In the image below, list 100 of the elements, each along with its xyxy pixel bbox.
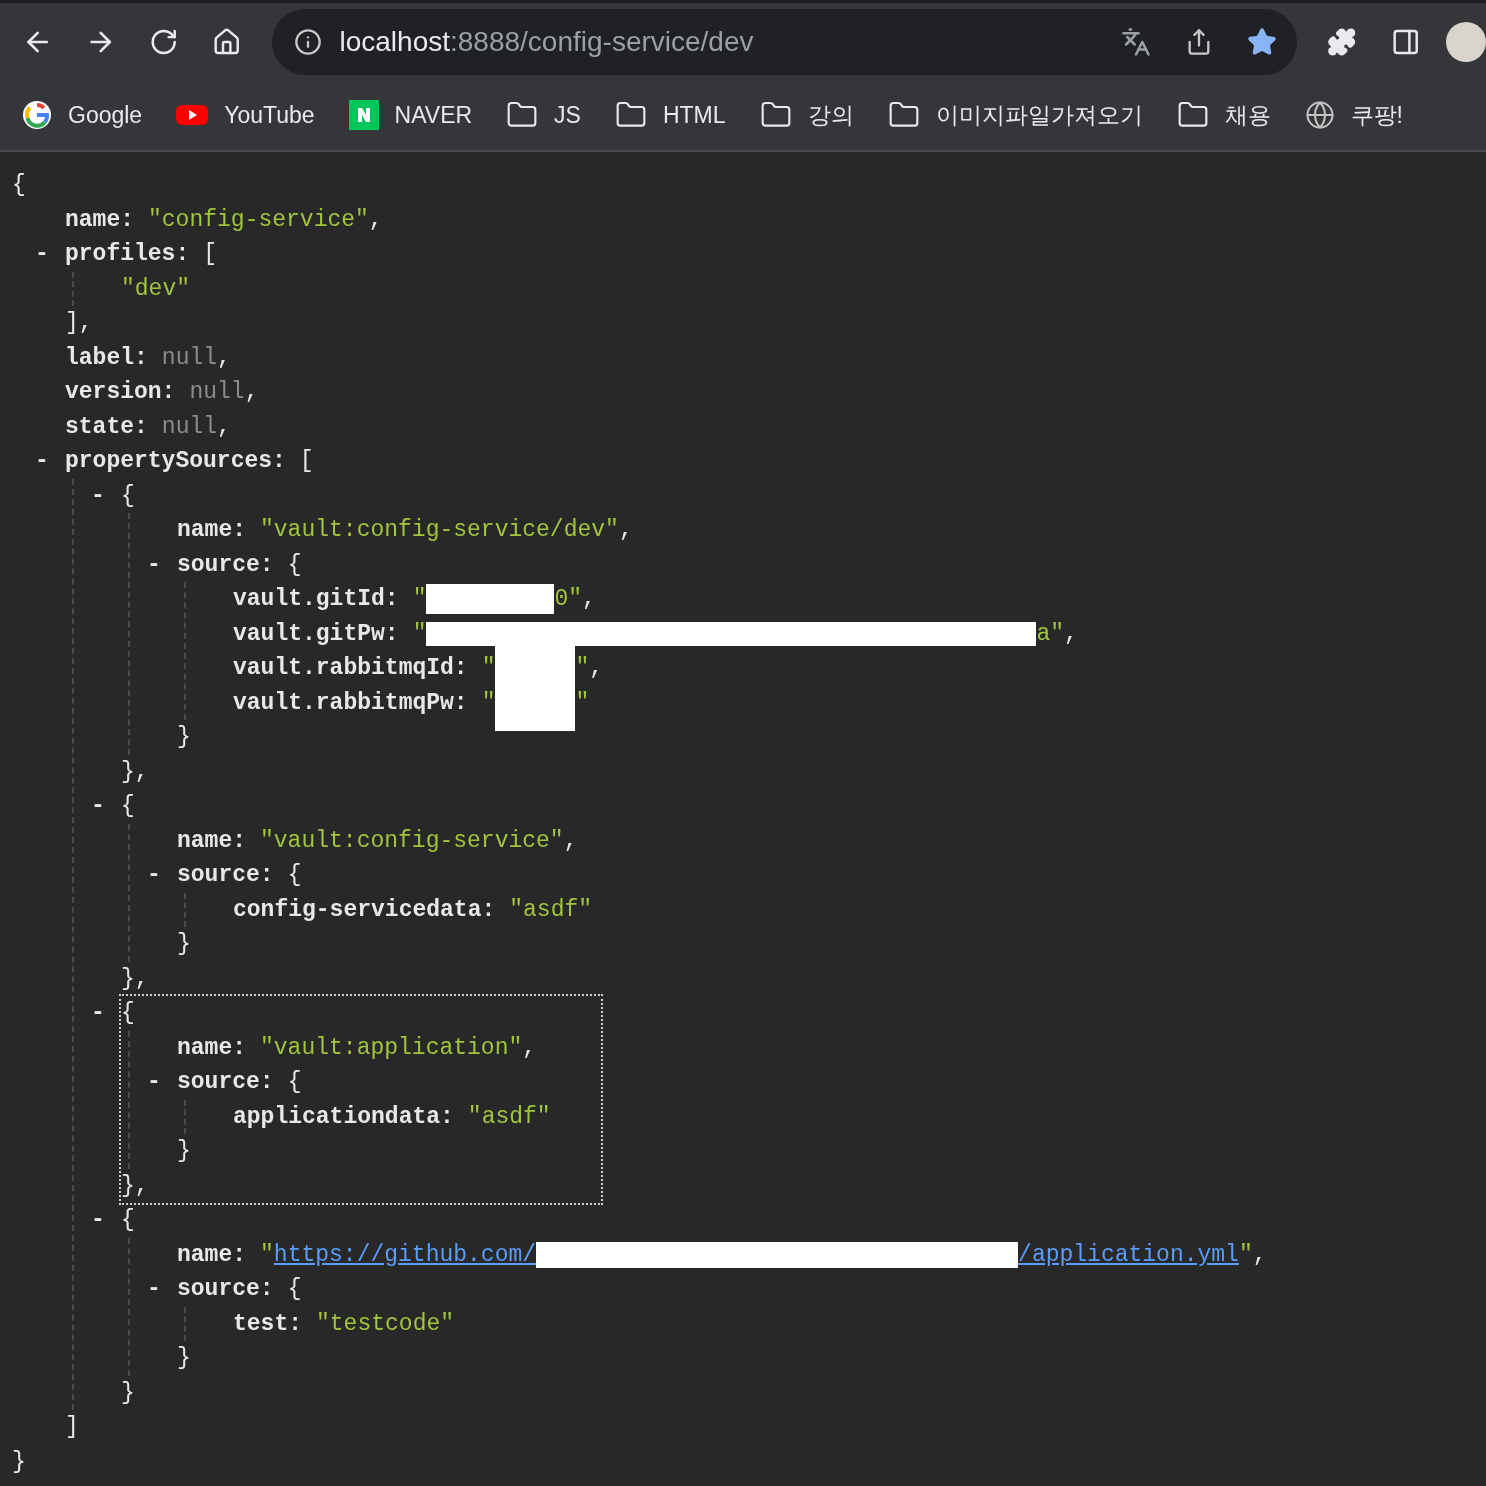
json-key: name:	[177, 1237, 246, 1272]
close-bracket: }	[12, 1447, 26, 1477]
json-key: profiles:	[65, 237, 190, 272]
bookmark[interactable]: HTML	[614, 97, 726, 133]
close-bracket: }	[177, 930, 191, 959]
json-key: source:	[177, 1272, 274, 1307]
close-bracket: }	[121, 1378, 135, 1408]
link[interactable]: https://github.com/	[273, 1237, 537, 1272]
avatar[interactable]	[1446, 21, 1486, 62]
json-key: source:	[177, 547, 274, 582]
bookmark[interactable]: 이미지파일가져오기	[887, 97, 1143, 133]
open-bracket: {	[121, 481, 135, 511]
json-key: name:	[177, 823, 246, 858]
collapse-toggle[interactable]: -	[147, 1272, 161, 1307]
open-bracket: {	[287, 1275, 302, 1304]
comma: ,	[217, 412, 231, 442]
json-value: "	[575, 688, 590, 718]
json-key: vault.gitPw:	[233, 616, 399, 651]
close-bracket: },	[121, 757, 149, 787]
open-bracket: {	[287, 550, 302, 580]
bookmark[interactable]: 채용	[1176, 97, 1271, 133]
json-key: vault.rabbitmqPw:	[233, 685, 468, 720]
json-value: "testcode"	[316, 1309, 455, 1339]
json-key: state:	[65, 409, 148, 444]
bookmark[interactable]: 강의	[759, 97, 854, 133]
info-icon[interactable]	[293, 27, 322, 56]
collapse-toggle[interactable]: -	[35, 237, 49, 272]
json-key: vault.rabbitmqId:	[233, 651, 468, 686]
translate-icon[interactable]	[1121, 26, 1152, 57]
json-key: name:	[177, 1030, 246, 1065]
open-bracket: {	[287, 861, 302, 890]
address-bar[interactable]: localhost:8888/config-service/dev	[271, 8, 1298, 75]
open-bracket: [	[299, 447, 314, 476]
url-path: :8888/config-service/dev	[450, 24, 754, 59]
json-value: "dev"	[121, 274, 190, 304]
json-key: vault.gitId:	[233, 582, 399, 617]
url-host: localhost	[339, 24, 450, 59]
json-value: "vault:application"	[260, 1033, 523, 1063]
collapse-toggle[interactable]: -	[91, 996, 105, 1031]
open-bracket: {	[12, 171, 26, 200]
collapse-toggle[interactable]: -	[147, 547, 161, 582]
open-bracket: {	[121, 1206, 135, 1235]
close-bracket: },	[121, 1171, 149, 1201]
collapse-toggle[interactable]: -	[91, 1203, 105, 1238]
json-value: a"	[1036, 619, 1065, 649]
collapse-toggle[interactable]: -	[91, 478, 105, 513]
close-bracket: },	[121, 964, 149, 994]
json-key: propertySources:	[65, 444, 286, 479]
json-key: name:	[177, 513, 246, 548]
close-bracket: }	[177, 723, 191, 752]
collapse-toggle[interactable]: -	[147, 858, 161, 893]
link[interactable]: /application.yml	[1018, 1237, 1239, 1272]
comma: ,	[1064, 619, 1078, 649]
collapse-toggle[interactable]: -	[91, 789, 105, 824]
extensions-icon[interactable]	[1327, 26, 1357, 57]
json-value: "asdf"	[509, 895, 593, 925]
json-value: "	[260, 1240, 274, 1270]
open-bracket: {	[287, 1068, 302, 1097]
home-icon[interactable]	[212, 26, 242, 57]
json-key: source:	[177, 858, 274, 893]
star-icon[interactable]	[1247, 26, 1278, 57]
json-value: "	[481, 688, 496, 718]
bookmark[interactable]: NAVER	[348, 97, 473, 133]
close-bracket: ]	[65, 1413, 79, 1442]
json-value: "vault:config-service/dev"	[260, 516, 619, 545]
comma: ,	[217, 343, 231, 373]
comma: ,	[589, 654, 604, 683]
open-bracket: {	[121, 999, 135, 1028]
collapse-toggle[interactable]: -	[35, 444, 49, 479]
naver-icon	[348, 100, 379, 130]
bookmark[interactable]: JS	[506, 97, 581, 133]
json-key: test:	[233, 1306, 302, 1341]
json-value: null	[161, 412, 218, 442]
json-value: "	[481, 654, 496, 683]
json-value: "	[1238, 1240, 1253, 1270]
collapse-toggle[interactable]: -	[147, 1065, 161, 1100]
comma: ,	[244, 378, 259, 407]
json-key: config-servicedata:	[233, 892, 496, 927]
json-value: "	[575, 654, 590, 683]
comma: ,	[522, 1033, 537, 1063]
comma: ,	[368, 205, 383, 235]
json-value: "config-service"	[148, 205, 369, 235]
json-value: "	[412, 585, 427, 614]
bookmark[interactable]: 쿠팡!	[1304, 97, 1403, 133]
google-icon	[22, 100, 52, 130]
close-bracket: ],	[65, 309, 93, 338]
close-bracket: }	[177, 1137, 191, 1166]
json-value: "	[412, 619, 427, 649]
json-value: "vault:config-service"	[260, 826, 564, 856]
json-value: null	[161, 343, 218, 373]
bookmark[interactable]: Google	[22, 97, 143, 133]
play-icon	[176, 103, 209, 127]
json-value: "asdf"	[467, 1102, 551, 1132]
close-bracket: }	[177, 1344, 191, 1373]
json-value: null	[189, 378, 245, 407]
open-bracket: [	[203, 240, 218, 269]
comma: ,	[563, 826, 578, 856]
open-bracket: {	[121, 792, 135, 821]
bookmark[interactable]: YouTube	[176, 97, 315, 133]
comma: ,	[618, 516, 633, 545]
